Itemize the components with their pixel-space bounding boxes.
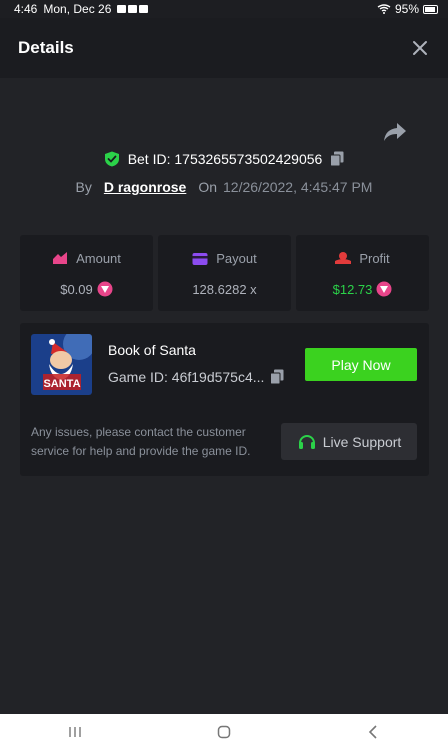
game-id: Game ID: 46f19d575c4... [108, 369, 265, 385]
payout-value: 128.6282 x [192, 281, 257, 297]
stat-label: Profit [359, 250, 390, 266]
battery-percent: 95% [394, 2, 419, 16]
close-button[interactable] [410, 38, 430, 58]
stat-payout: Payout 128.6282 x [158, 235, 291, 311]
stat-head: Payout [192, 250, 257, 268]
user-link[interactable]: D ragonrose [104, 179, 186, 195]
bet-date: 12/26/2022, 4:45:47 PM [223, 179, 373, 195]
share-icon [384, 123, 406, 141]
amount-value: $0.09 [60, 281, 93, 297]
stat-label: Payout [216, 251, 257, 266]
headset-icon [298, 434, 315, 449]
back-button[interactable] [353, 720, 393, 744]
stat-value: 128.6282 x [192, 282, 256, 297]
home-icon [217, 725, 231, 739]
wifi-icon [377, 4, 391, 14]
shield-check-icon [104, 151, 119, 167]
game-title: Book of Santa [108, 342, 196, 358]
android-nav-bar [0, 714, 448, 750]
game-card: SANTA Book of Santa Game ID: 46f19d575c4… [20, 323, 429, 476]
bet-id-row: Bet ID: 1753265573502429056 [0, 151, 448, 167]
bet-id: Bet ID: 1753265573502429056 [127, 151, 323, 167]
game-thumbnail-image: SANTA [31, 334, 92, 395]
youtube-notification-icon-2 [139, 5, 149, 13]
stat-profit: Profit $12.73 [296, 235, 429, 311]
stat-value: $12.73 [333, 281, 393, 297]
profit-icon [335, 252, 352, 264]
share-button[interactable] [383, 121, 407, 143]
status-bar: 4:46 Mon, Dec 26 95% [0, 0, 448, 18]
stat-label: Amount [76, 250, 121, 266]
page-title: Details [18, 38, 74, 57]
status-date: Mon, Dec 26 [43, 2, 112, 16]
home-button[interactable] [204, 720, 244, 744]
thumb-text: SANTA [43, 378, 80, 390]
back-icon [369, 725, 377, 739]
play-now-button[interactable]: Play Now [305, 348, 417, 381]
coin-icon [376, 281, 392, 297]
payout-icon [192, 252, 208, 265]
status-time: 4:46 [14, 2, 38, 16]
game-id-row: Game ID: 46f19d575c4... [108, 369, 284, 385]
youtube-notification-icon [117, 5, 127, 13]
live-support-label: Live Support [322, 433, 402, 450]
image-notification-icon [128, 5, 138, 13]
copy-bet-id-icon[interactable] [330, 151, 344, 167]
on-label: On [198, 179, 218, 195]
game-thumbnail[interactable]: SANTA [31, 334, 92, 395]
stat-value: $0.09 [60, 281, 113, 297]
stat-head: Amount [52, 249, 121, 267]
stat-amount: Amount $0.09 [20, 235, 153, 311]
stats-row: Amount $0.09 Payout 128.6282 x Profit $1… [20, 235, 429, 311]
profit-value: $12.73 [332, 281, 373, 297]
by-row: By D ragonrose On 12/26/2022, 4:45:47 PM [0, 179, 448, 195]
notification-icons [117, 5, 149, 13]
recents-icon [68, 727, 81, 737]
close-icon [413, 41, 427, 55]
by-label: By [75, 179, 92, 195]
live-support-button[interactable]: Live Support [281, 423, 417, 460]
header: Details [0, 18, 448, 78]
stat-head: Profit [335, 249, 390, 267]
copy-game-id-icon[interactable] [270, 369, 284, 385]
recent-apps-button[interactable] [55, 720, 95, 744]
battery-icon [423, 4, 438, 14]
support-text: Any issues, please contact the customer … [31, 425, 251, 458]
coin-icon [97, 281, 113, 297]
status-right: 95% [377, 2, 438, 16]
amount-icon [53, 252, 68, 264]
